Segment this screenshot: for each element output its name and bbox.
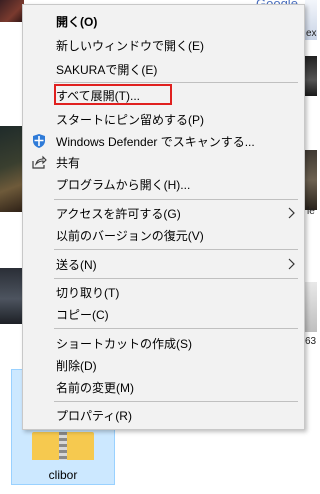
menu-item-properties[interactable]: プロパティ(R) [23,404,304,426]
menu-item-label: アクセスを許可する(G) [56,206,181,221]
context-menu: 開く(O) 新しいウィンドウで開く(E) SAKURAで開く(E) すべて展開(… [22,4,305,430]
menu-separator [54,328,298,329]
menu-item-label: スタートにピン留めする(P) [56,112,204,127]
menu-item-open[interactable]: 開く(O) [23,10,304,32]
thumbnail-image[interactable] [0,268,24,324]
menu-separator [54,249,298,250]
menu-separator [54,82,298,83]
menu-item-label: 開く(O) [56,14,98,29]
folder-name-label: clibor [48,468,78,482]
menu-separator [54,199,298,200]
menu-item-restore-versions[interactable]: 以前のバージョンの復元(V) [23,224,304,246]
menu-item-label: 以前のバージョンの復元(V) [56,228,204,243]
menu-item-label: 切り取り(T) [56,285,120,300]
menu-item-label: プログラムから開く(H)... [56,177,191,192]
menu-item-label: Windows Defender でスキャンする... [56,134,255,149]
menu-item-label: ショートカットの作成(S) [56,336,192,351]
menu-item-label: コピー(C) [56,307,109,322]
menu-item-open-new-window[interactable]: 新しいウィンドウで開く(E) [23,34,304,56]
thumbnail-image[interactable] [0,126,24,212]
zip-folder-icon [32,432,94,460]
menu-item-delete[interactable]: 削除(D) [23,354,304,376]
highlight-annotation [54,84,172,105]
menu-item-label: プロパティ(R) [56,408,132,423]
menu-item-label: 共有 [56,155,81,170]
menu-item-send-to[interactable]: 送る(N) [23,253,304,275]
shield-icon [31,133,47,149]
thumbnail-image[interactable] [305,282,317,332]
menu-item-create-shortcut[interactable]: ショートカットの作成(S) [23,332,304,354]
menu-item-copy[interactable]: コピー(C) [23,303,304,325]
chevron-right-icon [286,257,296,271]
share-icon [31,154,47,170]
thumbnail-image[interactable] [0,0,24,22]
menu-item-label: 新しいウィンドウで開く(E) [56,38,204,53]
thumbnail-image[interactable] [305,150,317,210]
menu-item-rename[interactable]: 名前の変更(M) [23,376,304,398]
menu-item-label: 削除(D) [56,358,97,373]
chevron-right-icon [286,206,296,220]
file-label-fragment: 63 [305,336,317,347]
menu-item-label: SAKURAで開く(E) [56,62,158,77]
zipper-icon [59,432,67,460]
menu-separator [54,278,298,279]
thumbnail-gap [0,212,24,218]
menu-item-cut[interactable]: 切り取り(T) [23,281,304,303]
menu-item-defender-scan[interactable]: Windows Defender でスキャンする... [23,130,304,152]
menu-item-give-access[interactable]: アクセスを許可する(G) [23,202,304,224]
menu-item-open-with[interactable]: プログラムから開く(H)... [23,173,304,195]
menu-item-share[interactable]: 共有 [23,151,304,173]
menu-item-pin-start[interactable]: スタートにピン留めする(P) [23,108,304,130]
menu-item-label: 名前の変更(M) [56,380,134,395]
file-label-fragment: ex [306,28,317,39]
menu-separator [54,401,298,402]
thumbnail-image[interactable] [305,56,317,96]
file-label-fragment: le [307,206,315,217]
menu-item-open-sakura[interactable]: SAKURAで開く(E) [23,58,304,80]
menu-item-label: 送る(N) [56,257,97,272]
